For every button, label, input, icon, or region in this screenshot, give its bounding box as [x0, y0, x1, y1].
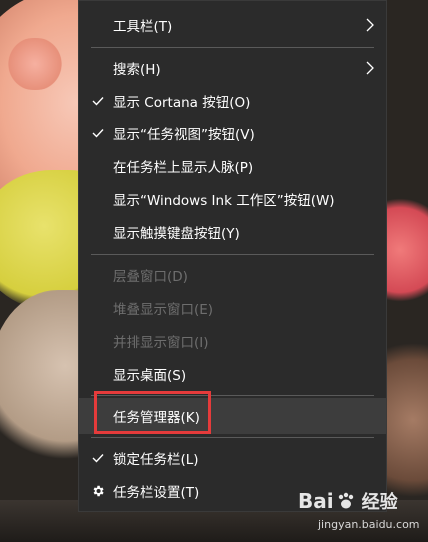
baidu-jingyan-watermark: Bai 经验 jingyan.baidu.com	[290, 488, 420, 536]
watermark-logo-left: Bai	[298, 489, 334, 513]
checkmark-icon	[91, 94, 105, 108]
menu-item-label: 层叠窗口(D)	[113, 269, 188, 285]
watermark-url: jingyan.baidu.com	[318, 518, 420, 531]
menu-item-toolbars[interactable]: 工具栏(T)	[79, 9, 386, 41]
menu-item-label: 在任务栏上显示人脉(P)	[113, 160, 254, 176]
menu-item-show-desktop[interactable]: 显示桌面(S)	[79, 358, 386, 390]
menu-item-side-by-side-windows[interactable]: 并排显示窗口(I)	[79, 325, 386, 357]
checkmark-icon	[91, 126, 105, 140]
menu-item-label: 显示桌面(S)	[113, 368, 187, 384]
menu-item-label: 锁定任务栏(L)	[113, 452, 199, 468]
menu-item-show-people[interactable]: 在任务栏上显示人脉(P)	[79, 150, 386, 182]
menu-item-label: 显示“Windows Ink 工作区”按钮(W)	[113, 193, 335, 209]
menu-item-label: 显示触摸键盘按钮(Y)	[113, 226, 240, 242]
menu-item-search[interactable]: 搜索(H)	[79, 52, 386, 84]
watermark-logo-right: 经验	[361, 492, 398, 513]
menu-item-show-touch-keyboard[interactable]: 显示触摸键盘按钮(Y)	[79, 216, 386, 248]
watermark-logo: Bai 经验	[298, 488, 398, 514]
menu-separator	[91, 254, 374, 255]
paw-icon	[338, 492, 353, 509]
wallpaper-pig-snout	[0, 38, 70, 90]
menu-item-show-windows-ink[interactable]: 显示“Windows Ink 工作区”按钮(W)	[79, 183, 386, 215]
menu-item-label: 堆叠显示窗口(E)	[113, 302, 214, 318]
menu-item-label: 任务栏设置(T)	[113, 485, 200, 501]
menu-item-label: 工具栏(T)	[113, 19, 173, 35]
menu-item-stack-windows[interactable]: 堆叠显示窗口(E)	[79, 292, 386, 324]
menu-item-label: 并排显示窗口(I)	[113, 335, 209, 351]
taskbar-context-menu: 工具栏(T) 搜索(H) 显示 Cortana 按钮(O) 显示“任务视图”按钮…	[78, 0, 387, 512]
menu-item-label: 搜索(H)	[113, 62, 161, 78]
menu-item-show-task-view[interactable]: 显示“任务视图”按钮(V)	[79, 117, 386, 149]
menu-separator	[91, 437, 374, 438]
menu-item-lock-taskbar[interactable]: 锁定任务栏(L)	[79, 442, 386, 474]
checkmark-icon	[91, 451, 105, 465]
menu-item-label: 显示“任务视图”按钮(V)	[113, 127, 255, 143]
menu-item-label: 显示 Cortana 按钮(O)	[113, 95, 251, 111]
gear-icon	[90, 483, 106, 499]
menu-item-cascade-windows[interactable]: 层叠窗口(D)	[79, 259, 386, 291]
chevron-right-icon	[366, 18, 374, 32]
chevron-right-icon	[366, 61, 374, 75]
annotation-highlight-box	[94, 391, 211, 434]
menu-separator	[91, 47, 374, 48]
menu-item-show-cortana[interactable]: 显示 Cortana 按钮(O)	[79, 85, 386, 117]
